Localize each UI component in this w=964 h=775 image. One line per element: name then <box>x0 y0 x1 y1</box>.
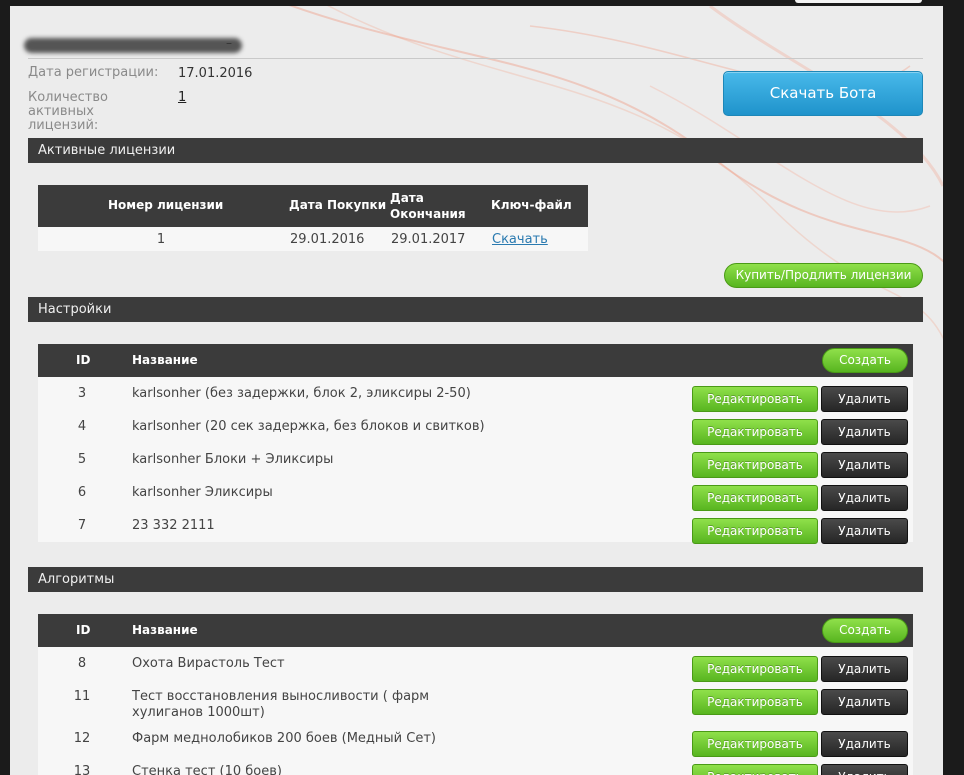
delete-button[interactable]: Удалить <box>821 764 908 775</box>
col-end-date: Дата Окончания <box>390 191 466 221</box>
row-id: 11 <box>73 689 91 704</box>
row-id: 6 <box>77 485 87 500</box>
row-id: 5 <box>77 452 87 467</box>
edit-button[interactable]: Редактировать <box>692 386 818 412</box>
delete-button[interactable]: Удалить <box>821 656 908 682</box>
row-id: 3 <box>77 386 87 401</box>
row-id: 7 <box>77 518 87 533</box>
active-licenses-label: Количество активных лицензий: <box>28 90 108 133</box>
algorithms-col-name: Название <box>132 623 198 637</box>
keyfile-download-link[interactable]: Скачать <box>492 232 548 247</box>
edit-button[interactable]: Редактировать <box>692 518 818 544</box>
settings-table: ID Название Создать 3 karlsonher (без за… <box>38 344 913 544</box>
algorithms-create-button[interactable]: Создать <box>822 618 908 643</box>
active-licenses-count-link[interactable]: 1 <box>178 90 186 105</box>
row-name: karlsonher (без задержки, блок 2, эликси… <box>132 386 471 401</box>
col-purchase-date: Дата Покупки <box>289 198 387 212</box>
row-name: Охота Вирастоль Тест <box>132 656 285 671</box>
algorithms-table: ID Название Создать 8 Охота Вирастоль Те… <box>38 614 913 775</box>
username-dash: – <box>226 36 232 50</box>
edit-button[interactable]: Редактировать <box>692 731 818 757</box>
edit-button[interactable]: Редактировать <box>692 656 818 682</box>
algorithms-section-header: Алгоритмы <box>28 567 923 592</box>
col-keyfile: Ключ-файл <box>491 198 572 212</box>
delete-button[interactable]: Удалить <box>821 689 908 715</box>
license-purchase-date: 29.01.2016 <box>290 232 365 247</box>
edit-button[interactable]: Редактировать <box>692 452 818 478</box>
settings-col-id: ID <box>76 353 91 367</box>
account-panel: – Дата регистрации: 17.01.2016 Количеств… <box>10 6 943 775</box>
algorithms-table-header: ID Название Создать <box>38 614 913 647</box>
licenses-table: Номер лицензии Дата Покупки Дата Окончан… <box>38 185 588 251</box>
licenses-section-header: Активные лицензии <box>28 138 923 163</box>
row-name: karlsonher Эликсиры <box>132 485 273 500</box>
algorithms-col-id: ID <box>76 623 91 637</box>
row-name: 23 332 2111 <box>132 518 215 533</box>
row-id: 13 <box>73 764 91 775</box>
delete-button[interactable]: Удалить <box>821 731 908 757</box>
edit-button[interactable]: Редактировать <box>692 689 818 715</box>
delete-button[interactable]: Удалить <box>821 518 908 544</box>
delete-button[interactable]: Удалить <box>821 419 908 445</box>
settings-section-header: Настройки <box>28 297 923 322</box>
row-name: karlsonher (20 сек задержка, без блоков … <box>132 419 485 434</box>
delete-button[interactable]: Удалить <box>821 452 908 478</box>
license-end-date: 29.01.2017 <box>391 232 466 247</box>
col-license-number: Номер лицензии <box>108 198 224 212</box>
edit-button[interactable]: Редактировать <box>692 419 818 445</box>
delete-button[interactable]: Удалить <box>821 386 908 412</box>
buy-extend-licenses-button[interactable]: Купить/Продлить лицензии <box>724 263 923 288</box>
settings-table-header: ID Название Создать <box>38 344 913 377</box>
divider <box>28 58 923 59</box>
row-name: Стенка тест (10 боев) <box>132 764 282 775</box>
licenses-table-header: Номер лицензии Дата Покупки Дата Окончан… <box>38 185 588 227</box>
row-name: karlsonher Блоки + Эликсиры <box>132 452 334 467</box>
edit-button[interactable]: Редактировать <box>692 485 818 511</box>
username-redacted <box>24 38 242 53</box>
settings-create-button[interactable]: Создать <box>822 348 908 373</box>
row-name: Тест восстановления выносливости ( фарм … <box>132 689 430 720</box>
row-name: Фарм меднолобиков 200 боев (Медный Сет) <box>132 731 436 746</box>
row-id: 8 <box>77 656 87 671</box>
registration-date: 17.01.2016 <box>178 66 253 81</box>
download-bot-button[interactable]: Скачать Бота <box>723 71 923 116</box>
top-tab <box>795 0 922 3</box>
license-number: 1 <box>156 232 166 247</box>
edit-button[interactable]: Редактировать <box>692 764 818 775</box>
settings-col-name: Название <box>132 353 198 367</box>
registration-label: Дата регистрации: <box>28 65 159 80</box>
row-id: 12 <box>73 731 91 746</box>
row-id: 4 <box>77 419 87 434</box>
delete-button[interactable]: Удалить <box>821 485 908 511</box>
